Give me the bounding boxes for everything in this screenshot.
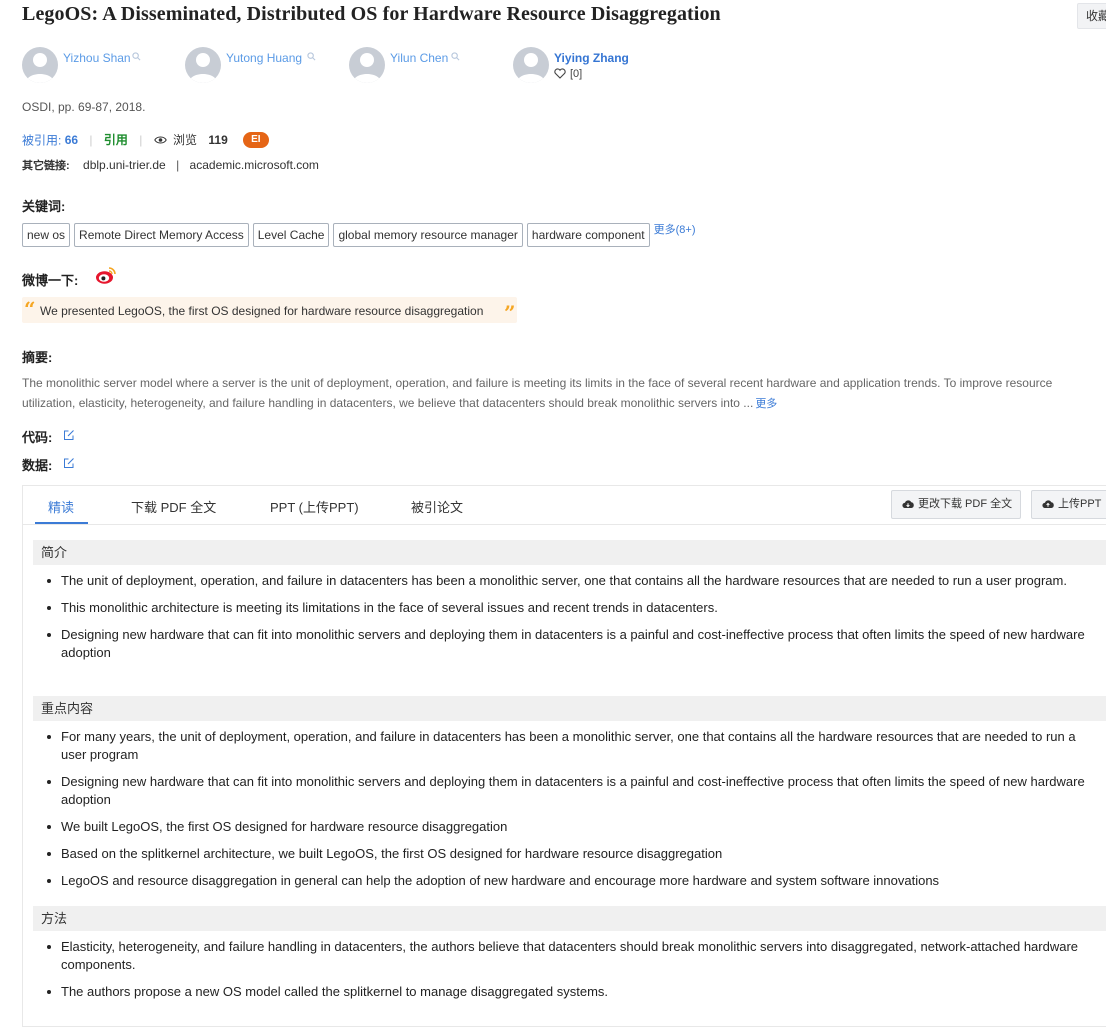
tab-download-pdf[interactable]: 下载 PDF 全文 bbox=[131, 497, 216, 516]
avatar bbox=[22, 47, 58, 83]
upload-ppt-label: 上传PPT bbox=[1058, 498, 1102, 510]
intro-list: The unit of deployment, operation, and f… bbox=[33, 572, 1093, 671]
favorite-button[interactable]: 收藏 bbox=[1077, 3, 1106, 29]
section-heading-highlights: 重点内容 bbox=[33, 696, 1106, 721]
section-heading-methods: 方法 bbox=[33, 906, 1106, 931]
like-count: [0] bbox=[570, 68, 583, 80]
abstract-more-link[interactable]: 更多 bbox=[755, 398, 777, 410]
divider: | bbox=[139, 132, 143, 147]
search-icon[interactable] bbox=[307, 52, 316, 61]
weibo-label: 微博一下: bbox=[22, 273, 79, 288]
change-download-pdf-label: 更改下载 PDF 全文 bbox=[918, 498, 1013, 510]
reading-panel: 精读 下载 PDF 全文 PPT (上传PPT) 被引论文 更改下载 PDF 全… bbox=[22, 485, 1106, 1027]
cited-count: 66 bbox=[64, 132, 79, 147]
list-item: Designing new hardware that can fit into… bbox=[33, 773, 1093, 809]
edit-icon[interactable] bbox=[63, 457, 75, 469]
list-item: The unit of deployment, operation, and f… bbox=[33, 572, 1093, 590]
list-item: LegoOS and resource disaggregation in ge… bbox=[33, 872, 1093, 890]
avatar bbox=[513, 47, 549, 83]
quote-open-icon: “ bbox=[24, 297, 36, 321]
other-links: 其它链接: dblp.uni-trier.de | academic.micro… bbox=[22, 157, 319, 173]
tab-bar: 精读 下载 PDF 全文 PPT (上传PPT) 被引论文 更改下载 PDF 全… bbox=[23, 486, 1106, 525]
keyword-tag[interactable]: global memory resource manager bbox=[333, 223, 523, 247]
list-item: For many years, the unit of deployment, … bbox=[33, 728, 1093, 764]
author-name[interactable]: Yilun Chen bbox=[390, 51, 448, 65]
cited-label: 被引用: bbox=[22, 133, 62, 147]
eye-icon bbox=[153, 136, 167, 143]
keywords-label: 关键词: bbox=[22, 199, 66, 214]
avatar bbox=[349, 47, 385, 83]
list-item: Designing new hardware that can fit into… bbox=[33, 626, 1093, 662]
edit-icon[interactable] bbox=[63, 429, 75, 441]
abstract: The monolithic server model where a serv… bbox=[22, 373, 1106, 414]
upload-ppt-button[interactable]: 上传PPT bbox=[1031, 490, 1106, 519]
divider: | bbox=[89, 132, 93, 147]
cite-button[interactable]: 引用 bbox=[104, 133, 128, 147]
tab-citing-papers[interactable]: 被引论文 bbox=[411, 497, 463, 516]
data-label: 数据: bbox=[22, 458, 53, 473]
venue: OSDI, pp. 69-87, 2018. bbox=[22, 100, 146, 114]
weibo-quote: “ We presented LegoOS, the first OS desi… bbox=[22, 297, 517, 325]
keywords-more-link[interactable]: 更多(8+) bbox=[654, 221, 696, 237]
keyword-tag[interactable]: Level Cache bbox=[252, 223, 330, 247]
list-item: We built LegoOS, the first OS designed f… bbox=[33, 818, 1093, 836]
weibo-icon[interactable] bbox=[95, 265, 117, 285]
code-label: 代码: bbox=[22, 430, 53, 445]
other-link[interactable]: dblp.uni-trier.de bbox=[83, 158, 166, 172]
cloud-icon bbox=[902, 500, 914, 508]
heart-icon bbox=[554, 68, 566, 79]
paper-title: LegoOS: A Disseminated, Distributed OS f… bbox=[22, 3, 721, 25]
section-heading-intro: 简介 bbox=[33, 540, 1106, 565]
weibo-quote-text: We presented LegoOS, the first OS design… bbox=[40, 304, 484, 318]
list-item: Elasticity, heterogeneity, and failure h… bbox=[33, 938, 1093, 974]
tab-ppt[interactable]: PPT (上传PPT) bbox=[270, 497, 359, 516]
methods-list: Elasticity, heterogeneity, and failure h… bbox=[33, 938, 1093, 1010]
keyword-tag[interactable]: Remote Direct Memory Access bbox=[74, 223, 249, 247]
search-icon[interactable] bbox=[451, 52, 460, 61]
views-label: 浏览 bbox=[173, 133, 198, 147]
quote-close-icon: ” bbox=[504, 301, 516, 325]
other-links-label: 其它链接: bbox=[22, 160, 70, 172]
cited-by-link[interactable]: 被引用: 66 bbox=[22, 132, 79, 148]
abstract-label: 摘要: bbox=[22, 350, 53, 365]
cloud-upload-icon bbox=[1042, 500, 1054, 508]
keyword-tag[interactable]: hardware component bbox=[526, 223, 650, 247]
avatar bbox=[185, 47, 221, 83]
other-link[interactable]: academic.microsoft.com bbox=[190, 158, 319, 172]
active-tab-indicator bbox=[35, 522, 88, 524]
keyword-list: new os Remote Direct Memory Access Level C… bbox=[22, 223, 696, 247]
author-name[interactable]: Yutong Huang bbox=[226, 51, 302, 65]
highlights-list: For many years, the unit of deployment, … bbox=[33, 728, 1093, 899]
author-list: Yizhou Shan Yutong Huang Yilun Chen Yiyi… bbox=[22, 47, 722, 87]
ei-badge: EI bbox=[243, 131, 269, 148]
views-count: 119 bbox=[208, 132, 228, 147]
author-name[interactable]: Yizhou Shan bbox=[63, 51, 131, 65]
tab-intensive-reading[interactable]: 精读 bbox=[48, 497, 74, 516]
list-item: The authors propose a new OS model calle… bbox=[33, 983, 1093, 1001]
like-button[interactable]: [0] bbox=[554, 68, 582, 80]
author-name[interactable]: Yiying Zhang bbox=[554, 51, 629, 65]
search-icon[interactable] bbox=[132, 52, 141, 61]
change-download-pdf-button[interactable]: 更改下载 PDF 全文 bbox=[891, 490, 1022, 519]
metrics-row: 被引用: 66 | 引用 | 浏览 119 EI bbox=[22, 131, 269, 149]
divider: | bbox=[176, 158, 180, 172]
abstract-text: The monolithic server model where a serv… bbox=[22, 376, 1053, 410]
list-item: This monolithic architecture is meeting … bbox=[33, 599, 1093, 617]
list-item: Based on the splitkernel architecture, w… bbox=[33, 845, 1093, 863]
keyword-tag[interactable]: new os bbox=[22, 223, 71, 247]
